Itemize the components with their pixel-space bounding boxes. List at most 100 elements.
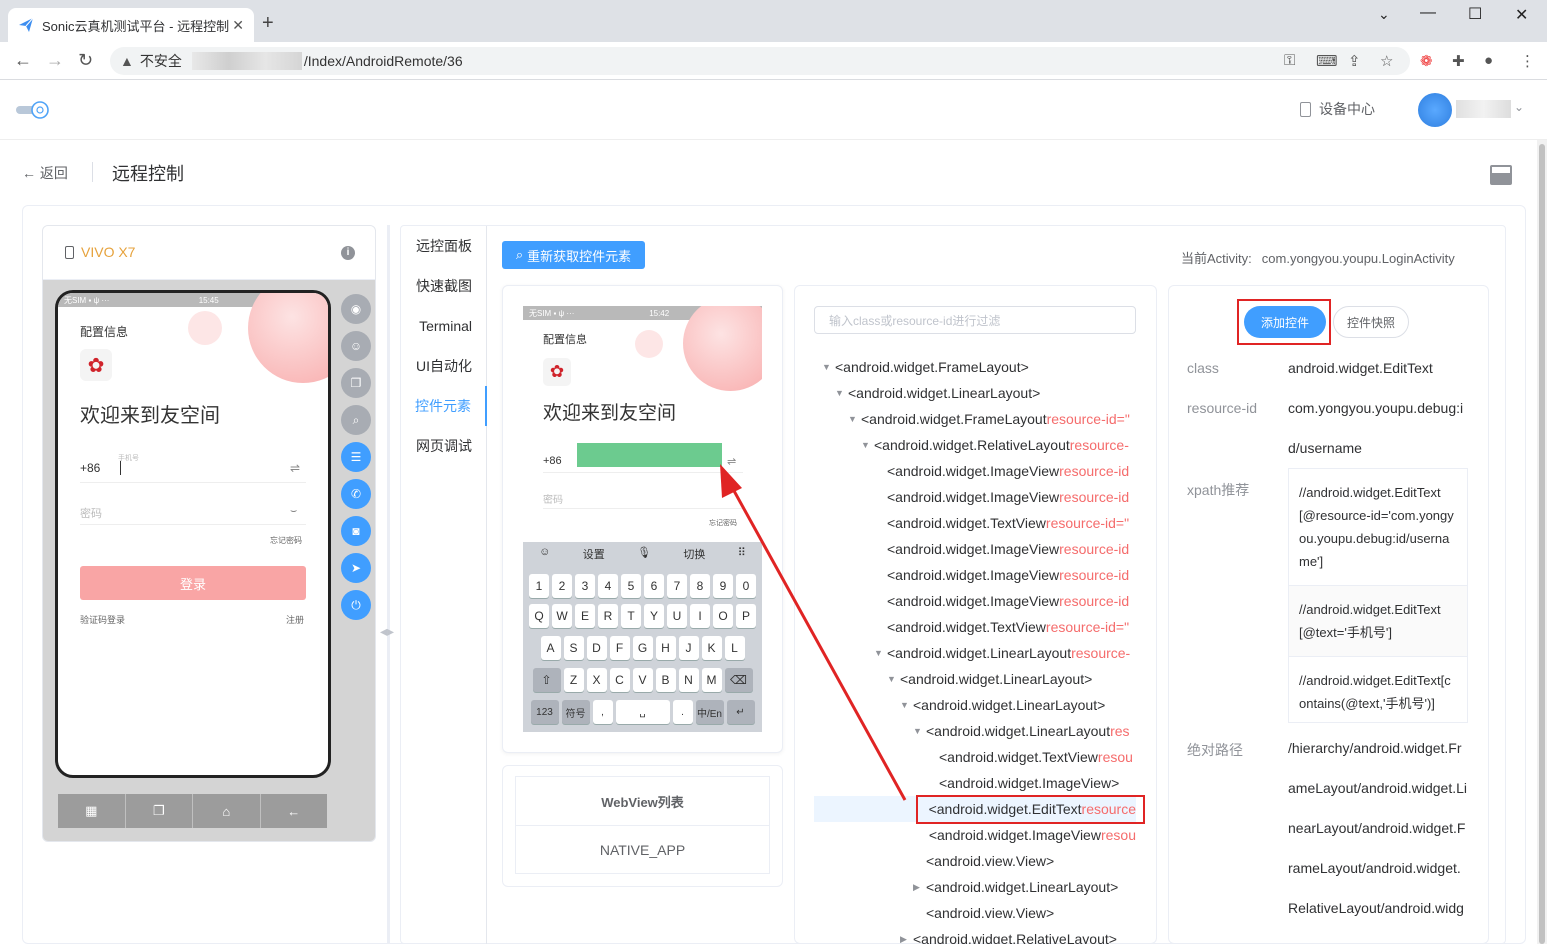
- apps-grid-icon[interactable]: ▦: [58, 794, 126, 828]
- xpath-item[interactable]: //android.widget.EditText[contains(@text…: [1289, 657, 1467, 723]
- forgot-password-link[interactable]: 忘记密码: [270, 535, 302, 546]
- browser-tab[interactable]: Sonic云真机测试平台 - 远程控制 ✕: [8, 8, 254, 42]
- xpath-item[interactable]: //android.widget.EditText[@text='手机号']: [1289, 586, 1467, 657]
- home-icon[interactable]: ⌂: [193, 794, 261, 828]
- register-link[interactable]: 注册: [286, 613, 304, 626]
- webview-row[interactable]: NATIVE_APP: [516, 826, 769, 874]
- caret-down-icon[interactable]: ▼: [900, 700, 913, 710]
- phone-call-icon[interactable]: ✆: [341, 479, 371, 509]
- menu-dots-icon[interactable]: ⋮: [1520, 52, 1535, 70]
- share-icon[interactable]: ⇪: [1348, 52, 1361, 70]
- caret-down-icon[interactable]: ▼: [887, 674, 900, 684]
- maximize-window-button[interactable]: ☐: [1468, 4, 1482, 24]
- tree-node-resource-id: resou: [1097, 749, 1133, 765]
- tree-filter-input[interactable]: 输入class或resource-id进行过滤: [814, 306, 1136, 334]
- drag-handle-icon[interactable]: ◂▸: [380, 623, 394, 640]
- control-snapshot-button[interactable]: 控件快照: [1333, 306, 1409, 338]
- tab-web-debug[interactable]: 网页调试: [401, 426, 486, 466]
- layout-toggle-icon[interactable]: [1490, 165, 1512, 185]
- sms-login-link[interactable]: 验证码登录: [80, 613, 125, 626]
- tree-node[interactable]: <android.widget.TextView resou: [814, 744, 1136, 770]
- caret-down-icon[interactable]: ▼: [835, 388, 848, 398]
- caret-down-icon[interactable]: ▼: [848, 414, 861, 424]
- swap-icon[interactable]: ⇌: [290, 461, 300, 475]
- caret-down-icon[interactable]: ▼: [822, 362, 835, 372]
- new-tab-button[interactable]: +: [262, 12, 274, 35]
- tree-node[interactable]: ▼ <android.widget.FrameLayout>: [814, 354, 1136, 380]
- send-icon[interactable]: ➤: [341, 553, 371, 583]
- back-icon[interactable]: ←: [261, 794, 328, 828]
- camera-icon[interactable]: ◙: [341, 516, 371, 546]
- back-arrow-icon[interactable]: ←: [14, 50, 32, 71]
- info-icon[interactable]: i: [341, 246, 355, 260]
- password-input[interactable]: 密码: [80, 505, 102, 521]
- page-scrollbar[interactable]: [1537, 140, 1547, 944]
- tab-elements[interactable]: 控件元素: [401, 386, 487, 426]
- recent-apps-icon[interactable]: ❐: [126, 794, 193, 828]
- user-icon[interactable]: ☺: [341, 331, 371, 361]
- sliders-icon[interactable]: ☰: [341, 442, 371, 472]
- tree-node[interactable]: ▶ <android.widget.RelativeLayout>: [814, 926, 1136, 944]
- tree-node[interactable]: ▼ <android.widget.LinearLayout>: [814, 380, 1136, 406]
- copy-icon[interactable]: ❐: [341, 368, 371, 398]
- bookmark-star-icon[interactable]: ☆: [1380, 52, 1393, 70]
- puzzle-icon[interactable]: ✚: [1452, 52, 1465, 70]
- caret-down-icon[interactable]: ▼: [861, 440, 874, 450]
- caret-down-icon[interactable]: ▼: [874, 648, 887, 658]
- tree-node[interactable]: <android.widget.ImageView resource-id: [814, 588, 1136, 614]
- tree-node[interactable]: <android.widget.TextView resource-id=": [814, 614, 1136, 640]
- tree-node[interactable]: ▼ <android.widget.LinearLayout>: [814, 666, 1136, 692]
- tree-node[interactable]: <android.widget.ImageView resource-id: [814, 562, 1136, 588]
- refresh-elements-button[interactable]: ⌕ 重新获取控件元素: [502, 241, 645, 269]
- tree-node[interactable]: <android.widget.ImageView resou: [814, 822, 1136, 848]
- eye-icon[interactable]: ◉: [341, 294, 371, 324]
- extension-red-icon[interactable]: ❁: [1420, 52, 1433, 70]
- xpath-item[interactable]: //android.widget.EditText[@resource-id='…: [1289, 469, 1467, 586]
- tree-node[interactable]: ▶ <android.widget.LinearLayout>: [814, 874, 1136, 900]
- key-icon[interactable]: ⚿: [1284, 52, 1295, 69]
- tree-node[interactable]: ▼ <android.widget.LinearLayout>: [814, 692, 1136, 718]
- resize-splitter[interactable]: [387, 225, 390, 944]
- url-input[interactable]: ▲ 不安全 /Index/AndroidRemote/36: [110, 47, 1410, 75]
- tree-node[interactable]: <android.widget.ImageView resource-id: [814, 458, 1136, 484]
- avatar[interactable]: [1418, 93, 1452, 127]
- login-button[interactable]: 登录: [80, 566, 306, 600]
- chevron-down-icon[interactable]: ⌄: [1514, 100, 1524, 114]
- tree-node[interactable]: ▼ <android.widget.RelativeLayout resource…: [814, 432, 1136, 458]
- country-code[interactable]: +86: [80, 461, 100, 475]
- device-center-link[interactable]: 设备中心: [1300, 99, 1375, 119]
- tree-node[interactable]: <android.widget.ImageView resource-id: [814, 536, 1136, 562]
- tree-node[interactable]: <android.widget.ImageView>: [814, 770, 1136, 796]
- tab-remote-panel[interactable]: 远控面板: [401, 226, 486, 266]
- power-icon[interactable]: ⏻: [341, 590, 371, 620]
- activity-value: com.yongyou.youpu.LoginActivity: [1261, 251, 1455, 266]
- tab-ui-automation[interactable]: UI自动化: [401, 346, 486, 386]
- caret-right-icon[interactable]: ▶: [900, 934, 913, 944]
- tree-node[interactable]: <android.widget.TextView resource-id=": [814, 510, 1136, 536]
- tree-node[interactable]: <android.view.View>: [814, 848, 1136, 874]
- phone-screen[interactable]: 无SIM ▪ ψ ··· 15:45 配置信息 ✿ 欢迎来到友空间 +86 手机…: [55, 290, 331, 778]
- tree-node[interactable]: ▼ <android.widget.LinearLayout resource-: [814, 640, 1136, 666]
- element-screenshot[interactable]: 无SIM ▪ ψ ··· 15:42 配置信息 ✿ 欢迎来到友空间 +86 ⇌ …: [523, 306, 762, 732]
- tab-search-icon[interactable]: ⌄: [1378, 6, 1390, 23]
- forward-arrow-icon[interactable]: →: [46, 50, 64, 71]
- tab-terminal[interactable]: Terminal: [401, 306, 486, 346]
- tree-node[interactable]: <android.view.View>: [814, 900, 1136, 926]
- back-button[interactable]: ← 返回: [22, 163, 68, 183]
- search-icon[interactable]: ⌕: [341, 405, 371, 435]
- close-window-button[interactable]: ✕: [1515, 5, 1528, 25]
- profile-icon[interactable]: ●: [1484, 52, 1493, 69]
- tab-close-icon[interactable]: ✕: [232, 17, 244, 34]
- reload-icon[interactable]: ↻: [78, 50, 93, 71]
- caret-right-icon[interactable]: ▶: [913, 882, 926, 893]
- caret-down-icon[interactable]: ▼: [913, 726, 926, 736]
- tab-quick-screenshot[interactable]: 快速截图: [401, 266, 486, 306]
- absolute-path-line: /hierarchy/android.widget.Fr: [1288, 740, 1462, 756]
- eye-closed-icon[interactable]: ⌣: [290, 505, 297, 518]
- tree-node[interactable]: ▼ <android.widget.LinearLayout res: [814, 718, 1136, 744]
- tree-node[interactable]: <android.widget.ImageView resource-id: [814, 484, 1136, 510]
- selected-edittext-highlight: [577, 443, 722, 467]
- translate-icon[interactable]: ⌨: [1316, 52, 1338, 70]
- minimize-window-button[interactable]: —: [1420, 4, 1436, 22]
- tree-node[interactable]: ▼ <android.widget.FrameLayout resource-id…: [814, 406, 1136, 432]
